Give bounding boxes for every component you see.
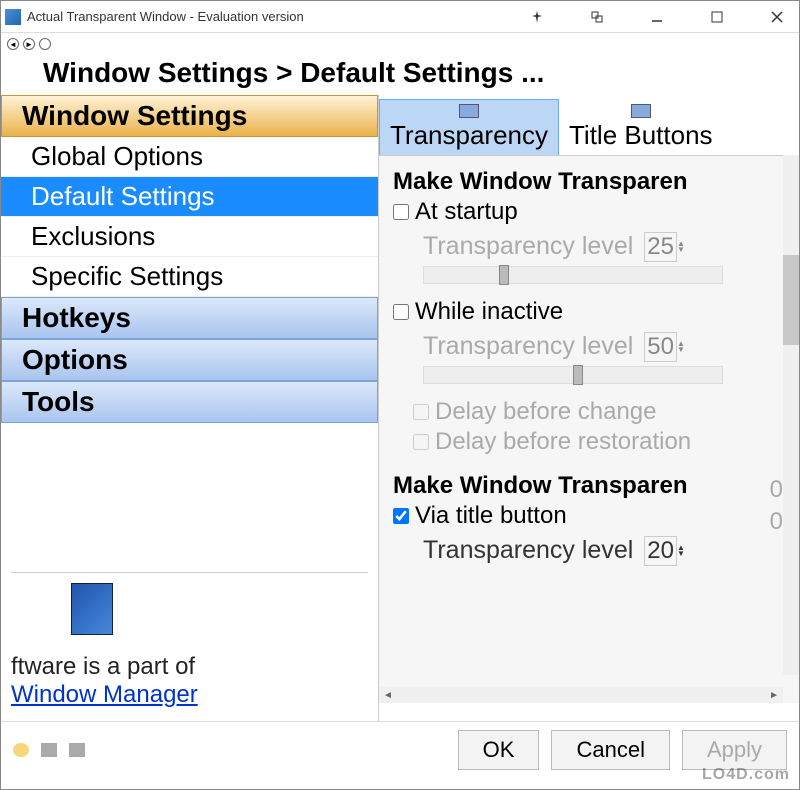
label-while-inactive: While inactive: [415, 298, 563, 326]
scroll-left-icon[interactable]: ◄: [383, 690, 393, 701]
sidebar-cat-tools[interactable]: Tools: [1, 381, 378, 423]
maximize-button[interactable]: [699, 3, 735, 31]
label-transparency-level-2: Transparency level: [423, 332, 633, 360]
sidebar-item-label: Default Settings: [31, 181, 215, 212]
checkbox-while-inactive[interactable]: [393, 304, 409, 320]
tab-label: Title Buttons: [569, 120, 713, 151]
transparency-icon[interactable]: [579, 3, 615, 31]
checkbox-at-startup[interactable]: [393, 204, 409, 220]
window-icon: [631, 104, 651, 118]
label-delay-change: Delay before change: [435, 398, 656, 426]
settings-panel: Make Window Transparen At startup Transp…: [379, 155, 799, 703]
sidebar-item-label: Exclusions: [31, 221, 155, 252]
app-icon: [5, 9, 21, 25]
sidebar-item-specific-settings[interactable]: Specific Settings: [1, 257, 378, 297]
ok-button[interactable]: OK: [458, 730, 540, 770]
group-title-2: Make Window Transparen: [393, 472, 795, 500]
back-icon[interactable]: ◄: [7, 38, 19, 50]
vertical-scrollbar[interactable]: [783, 155, 799, 675]
sidebar-header-label: Window Settings: [22, 100, 247, 132]
value-level-2[interactable]: 50: [644, 332, 677, 362]
horizontal-scrollbar[interactable]: ◄ ►: [379, 687, 783, 703]
sidebar-cat-label: Options: [22, 344, 128, 376]
cancel-button[interactable]: Cancel: [551, 730, 669, 770]
apply-button[interactable]: Apply: [682, 730, 787, 770]
checkbox-delay-restore: [413, 434, 429, 450]
sidebar-cat-label: Tools: [22, 386, 95, 418]
footer-icon-2[interactable]: [69, 743, 85, 757]
value-delay-restore: 0: [770, 508, 783, 536]
spinner-icon[interactable]: ▲▼: [677, 341, 685, 353]
sidebar-item-default-settings[interactable]: Default Settings: [1, 177, 378, 217]
footer-icon-1[interactable]: [41, 743, 57, 757]
value-level-3[interactable]: 20: [644, 536, 677, 566]
checkbox-delay-change: [413, 404, 429, 420]
label-delay-restore: Delay before restoration: [435, 428, 691, 456]
forward-icon[interactable]: ►: [23, 38, 35, 50]
slider-thumb[interactable]: [499, 265, 509, 285]
product-box-icon: [71, 583, 113, 635]
slider-level-2[interactable]: [423, 366, 723, 384]
sidebar-cat-hotkeys[interactable]: Hotkeys: [1, 297, 378, 339]
titlebar: Actual Transparent Window - Evaluation v…: [1, 1, 799, 33]
sidebar: Window Settings Global Options Default S…: [1, 95, 379, 721]
promo-panel: ftware is a part of Window Manager: [1, 560, 378, 721]
content-area: Transparency Title Buttons Make Window T…: [379, 95, 799, 721]
window-title: Actual Transparent Window - Evaluation v…: [27, 9, 519, 24]
label-at-startup: At startup: [415, 198, 518, 226]
minimize-button[interactable]: [639, 3, 675, 31]
value-delay-change: 0: [770, 476, 783, 504]
spinner-icon[interactable]: ▲▼: [677, 545, 685, 557]
footer: OK Cancel Apply: [1, 721, 799, 777]
breadcrumb: Window Settings > Default Settings ...: [1, 55, 799, 95]
tab-title-buttons[interactable]: Title Buttons: [559, 100, 723, 155]
slider-thumb[interactable]: [573, 365, 583, 385]
scroll-right-icon[interactable]: ►: [769, 690, 779, 701]
sidebar-item-label: Specific Settings: [31, 261, 223, 292]
tab-transparency[interactable]: Transparency: [379, 99, 559, 155]
spinner-icon[interactable]: ▲▼: [677, 241, 685, 253]
slider-level-1[interactable]: [423, 266, 723, 284]
value-level-1[interactable]: 25: [644, 232, 677, 262]
label-via-title: Via title button: [415, 502, 567, 530]
sidebar-item-label: Global Options: [31, 141, 203, 172]
tabs: Transparency Title Buttons: [379, 95, 799, 155]
checkbox-via-title[interactable]: [393, 508, 409, 524]
promo-text: ftware is a part of: [11, 653, 368, 681]
sidebar-header-window-settings[interactable]: Window Settings: [1, 95, 378, 137]
tab-label: Transparency: [390, 120, 548, 151]
help-icon[interactable]: [13, 743, 29, 757]
sidebar-cat-label: Hotkeys: [22, 302, 131, 334]
sidebar-item-exclusions[interactable]: Exclusions: [1, 217, 378, 257]
promo-link[interactable]: Window Manager: [11, 681, 198, 708]
label-transparency-level-3: Transparency level: [423, 536, 633, 564]
group-title-1: Make Window Transparen: [393, 168, 795, 196]
pin-icon[interactable]: [519, 3, 555, 31]
scrollbar-thumb[interactable]: [783, 255, 799, 345]
label-transparency-level-1: Transparency level: [423, 232, 633, 260]
window-icon: [459, 104, 479, 118]
close-button[interactable]: [759, 3, 795, 31]
sidebar-item-global-options[interactable]: Global Options: [1, 137, 378, 177]
watermark: LO4D.com: [702, 766, 790, 784]
sidebar-cat-options[interactable]: Options: [1, 339, 378, 381]
titlebar-buttons: [519, 3, 795, 31]
nav-history-toolbar: ◄ ►: [1, 33, 799, 55]
third-nav-icon[interactable]: [39, 38, 51, 50]
